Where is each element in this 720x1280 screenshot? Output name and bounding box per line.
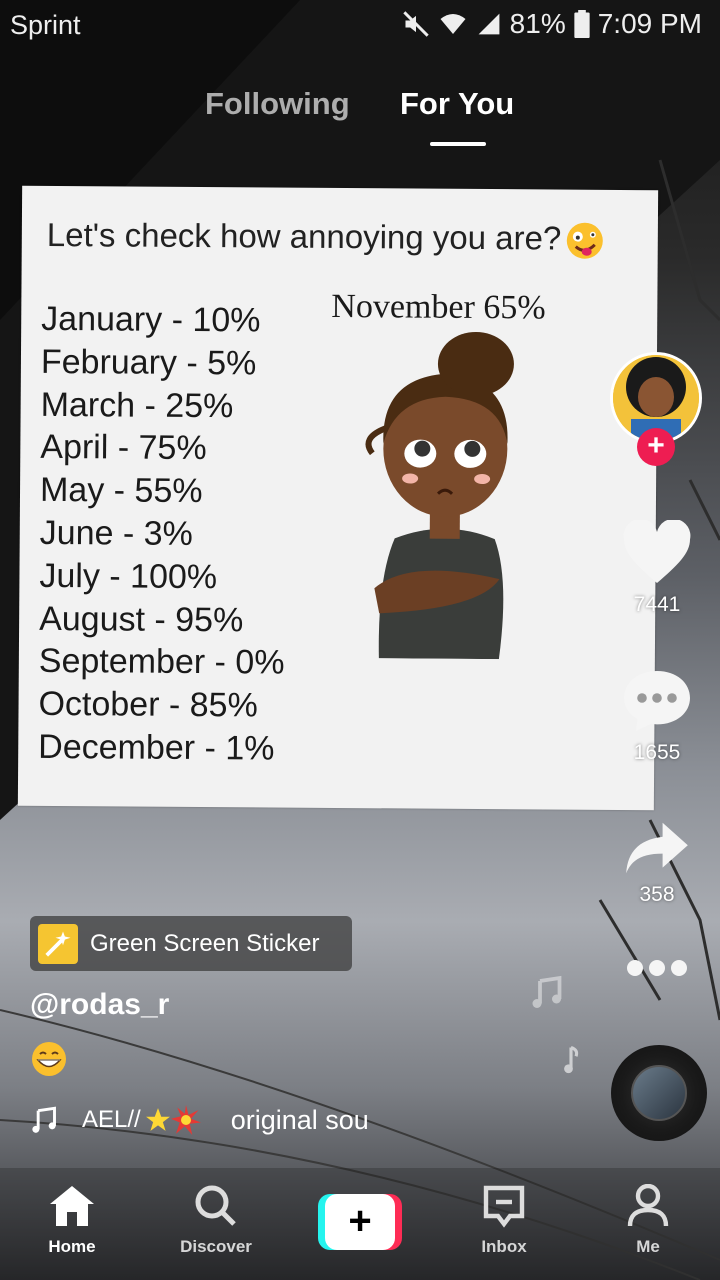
list-item: February - 5% <box>40 342 257 383</box>
battery-percent: 81% <box>509 8 566 39</box>
nav-inbox-label: Inbox <box>481 1237 527 1256</box>
more-icon <box>627 960 687 976</box>
nav-home[interactable]: Home <box>12 1184 132 1257</box>
like-button[interactable]: 7441 <box>612 518 702 617</box>
nav-home-label: Home <box>48 1237 96 1256</box>
mute-icon <box>402 11 429 37</box>
floating-note-icon <box>532 975 562 1008</box>
search-icon <box>195 1185 236 1226</box>
tab-for-you[interactable]: For You <box>400 86 514 122</box>
inbox-icon <box>483 1185 525 1228</box>
plus-icon: + <box>325 1194 395 1250</box>
sticker-wand-icon <box>38 923 78 964</box>
card-title: Let's check how annoying you are? <box>47 216 606 261</box>
signal-icon <box>478 13 500 35</box>
active-tab-indicator <box>430 142 486 146</box>
green-screen-image-card: Let's check how annoying you are? Novemb… <box>17 185 659 811</box>
nav-inbox[interactable]: Inbox <box>444 1184 564 1257</box>
nav-me-label: Me <box>636 1237 660 1256</box>
share-button[interactable]: 358 <box>612 820 702 907</box>
list-item: May - 55% <box>39 471 203 511</box>
creator-username[interactable]: @rodas_r <box>30 988 169 1022</box>
more-options-button[interactable] <box>612 955 702 986</box>
list-item: December - 1% <box>38 727 275 768</box>
nav-discover-label: Discover <box>180 1237 252 1256</box>
like-count: 7441 <box>633 593 681 616</box>
status-icons: 81% 7:09 PM <box>402 8 702 40</box>
feed-tabs: Following For You <box>0 86 720 146</box>
floating-note-icon <box>564 1046 579 1074</box>
follow-button[interactable]: + <box>637 428 675 466</box>
annoyed-girl-illustration <box>365 331 514 660</box>
month-list: January - 10% February - 5% March - 25% … <box>38 298 287 770</box>
green-screen-sticker-chip[interactable]: Green Screen Sticker <box>30 916 352 971</box>
list-item: August - 95% <box>39 599 244 639</box>
clock: 7:09 PM <box>597 8 702 39</box>
share-count: 358 <box>639 883 675 906</box>
collision-emoji-icon <box>170 1105 201 1135</box>
sticker-label: Green Screen Sticker <box>90 929 320 957</box>
zany-face-emoji-icon <box>567 223 604 260</box>
home-icon <box>50 1186 94 1226</box>
star-emoji-icon <box>145 1108 170 1131</box>
comment-button[interactable]: 1655 <box>612 668 702 765</box>
list-item: April - 75% <box>40 428 207 468</box>
nav-discover[interactable]: Discover <box>156 1184 276 1257</box>
caption-grin-emoji-icon <box>30 1040 68 1083</box>
list-item: June - 3% <box>39 513 193 553</box>
profile-icon <box>627 1183 669 1227</box>
music-artist: AEL// <box>82 1106 141 1133</box>
comment-icon <box>624 671 690 731</box>
list-item: January - 10% <box>41 299 261 340</box>
wifi-icon <box>440 14 466 34</box>
create-video-button[interactable]: + <box>318 1194 402 1250</box>
music-note-icon <box>32 1106 56 1133</box>
tab-following[interactable]: Following <box>205 86 350 122</box>
music-cover-avatar <box>631 1065 687 1121</box>
music-title: original sou <box>230 1104 369 1135</box>
heart-icon <box>623 518 691 583</box>
list-item: October - 85% <box>38 685 258 725</box>
music-info[interactable]: AEL// original sou <box>30 1100 400 1140</box>
list-item: July - 100% <box>39 556 218 596</box>
list-item: September - 0% <box>38 642 285 683</box>
card-title-text: Let's check how annoying you are? <box>46 215 562 257</box>
share-icon <box>626 822 688 874</box>
carrier-name: Sprint <box>10 10 81 40</box>
list-item: March - 25% <box>40 385 234 425</box>
music-disc[interactable] <box>611 1045 707 1141</box>
battery-icon <box>574 10 590 38</box>
highlight-month: November 65% <box>331 287 546 327</box>
comment-count: 1655 <box>633 741 681 764</box>
status-bar: Sprint 81% 7:09 PM <box>0 0 720 50</box>
nav-me[interactable]: Me <box>588 1183 708 1257</box>
